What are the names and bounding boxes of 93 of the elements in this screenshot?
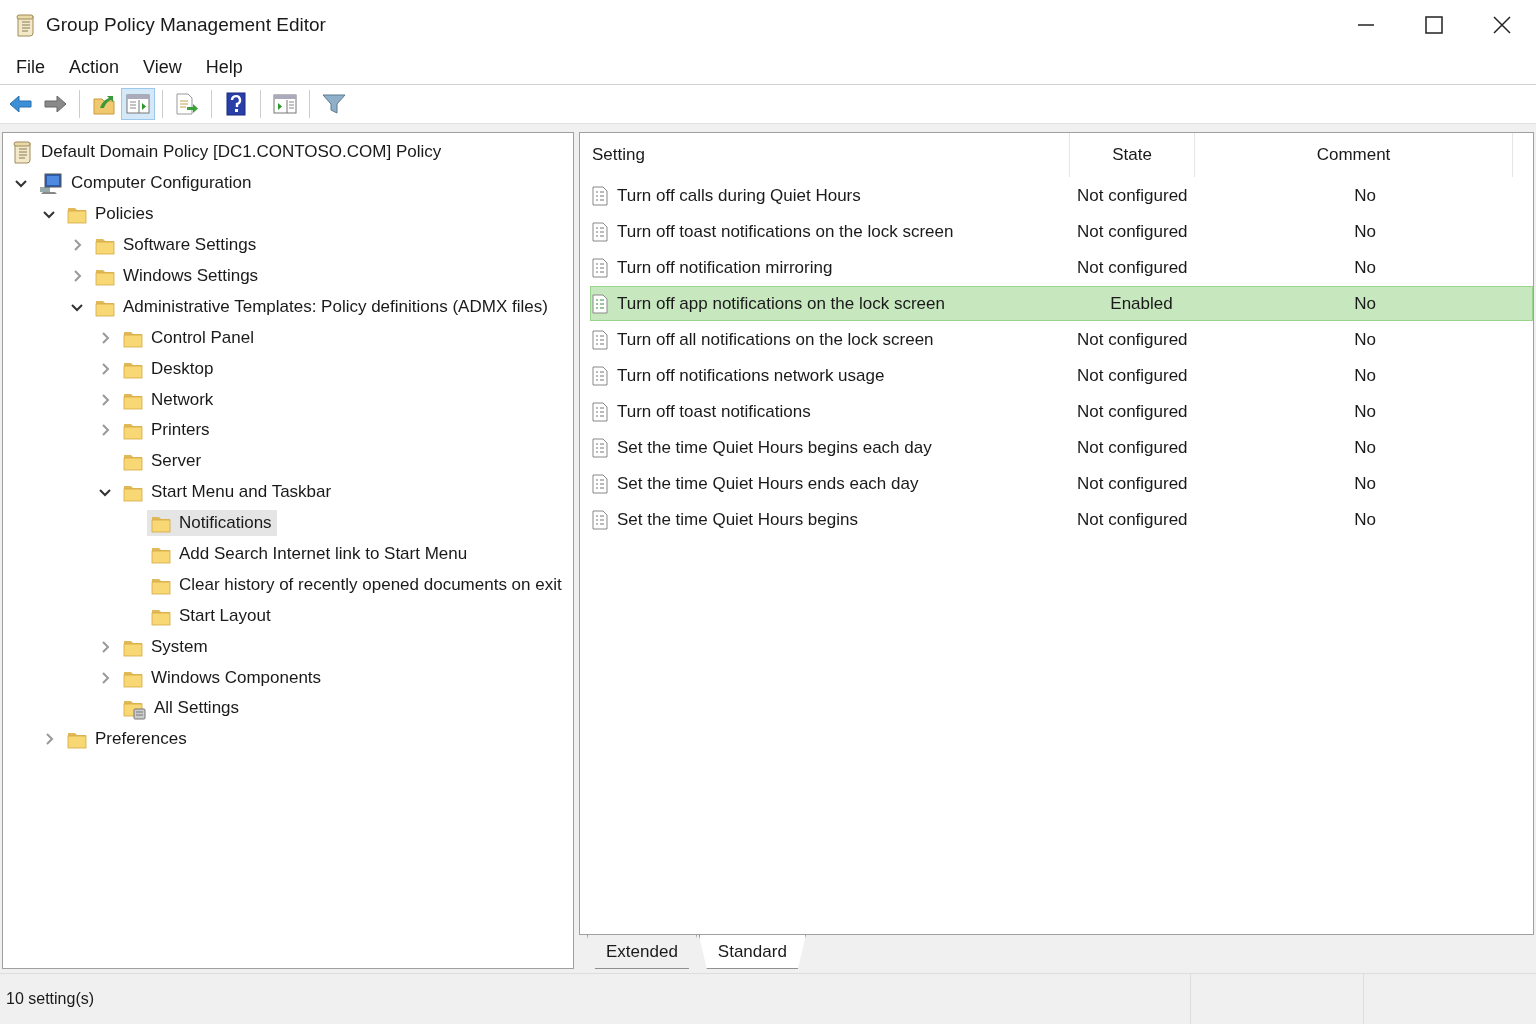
maximize-icon[interactable] xyxy=(1424,15,1444,35)
column-header[interactable]: Setting xyxy=(580,133,1070,177)
state-cell: Not configured xyxy=(1077,473,1188,494)
setting-name: Turn off notifications network usage xyxy=(617,365,885,386)
setting-name: Set the time Quiet Hours begins xyxy=(617,509,858,530)
tree-pane-icon xyxy=(125,92,151,116)
setting-name: Turn off app notifications on the lock screen xyxy=(617,293,945,314)
tree-item[interactable]: Server xyxy=(119,448,207,475)
document-icon xyxy=(591,473,609,494)
column-header[interactable]: State xyxy=(1070,133,1195,177)
tree-item[interactable]: Add Search Internet link to Start Menu xyxy=(147,541,473,567)
tree-item[interactable]: Computer Configuration xyxy=(35,169,257,198)
state-cell: Not configured xyxy=(1077,509,1188,530)
window-title: Group Policy Management Editor xyxy=(46,14,327,36)
table-row[interactable]: Turn off toast notifications on the lock screen Not configured No xyxy=(590,214,1533,249)
tree-item[interactable]: Notifications xyxy=(147,510,277,537)
table-row[interactable]: Set the time Quiet Hours ends each day Not configured No xyxy=(590,466,1533,501)
comment-cell: No xyxy=(1354,437,1376,458)
tree-item[interactable]: Preferences xyxy=(63,726,192,753)
menu-item[interactable]: View xyxy=(135,56,190,78)
menu-item[interactable]: Action xyxy=(61,56,128,78)
document-icon xyxy=(591,365,609,386)
state-cell: Enabled xyxy=(1110,293,1173,314)
tree-item[interactable]: Policies xyxy=(63,201,159,228)
document-icon xyxy=(591,257,609,278)
document-icon xyxy=(591,221,609,242)
state-cell: Not configured xyxy=(1077,401,1188,422)
filter-icon xyxy=(321,92,347,116)
setting-name: Set the time Quiet Hours begins each day xyxy=(617,437,932,458)
document-icon xyxy=(591,509,609,530)
tree-item[interactable]: Software Settings xyxy=(91,232,262,259)
tree-item[interactable]: Default Domain Policy [DC1.CONTOSO.COM] Policy xyxy=(7,137,447,168)
tree-item[interactable]: Start Menu and Taskbar xyxy=(119,479,337,506)
comment-cell: No xyxy=(1354,329,1376,350)
tree-item[interactable]: Windows Components xyxy=(119,664,327,691)
back-arrow-icon xyxy=(8,92,34,116)
menu-item[interactable]: Help xyxy=(197,56,251,78)
state-cell: Not configured xyxy=(1077,437,1188,458)
comment-cell: No xyxy=(1354,401,1376,422)
table-row[interactable]: Turn off notification mirroring Not configured No xyxy=(590,250,1533,285)
document-icon xyxy=(591,401,609,422)
setting-name: Turn off all notifications on the lock screen xyxy=(617,329,934,350)
view-tab[interactable]: Standard xyxy=(698,935,806,969)
setting-name: Turn off notification mirroring xyxy=(617,257,833,278)
comment-cell: No xyxy=(1354,473,1376,494)
export-list-icon xyxy=(174,92,200,116)
computer-icon xyxy=(39,172,63,195)
forward-arrow-icon xyxy=(42,92,68,116)
state-cell: Not configured xyxy=(1077,185,1188,206)
close-icon[interactable] xyxy=(1492,15,1512,35)
tree-item[interactable]: Network xyxy=(119,386,219,413)
comment-cell: No xyxy=(1354,293,1376,314)
comment-cell: No xyxy=(1354,221,1376,242)
comment-cell: No xyxy=(1354,185,1376,206)
table-row[interactable]: Set the time Quiet Hours begins each day Not configured No xyxy=(590,430,1533,465)
table-row[interactable]: Turn off all notifications on the lock screen Not configured No xyxy=(590,322,1533,357)
document-icon xyxy=(591,293,609,314)
document-icon xyxy=(591,437,609,458)
setting-name: Turn off toast notifications xyxy=(617,401,811,422)
tree-item[interactable]: Administrative Templates: Policy definitions (ADMX files) xyxy=(91,293,553,320)
column-header[interactable]: Comment xyxy=(1195,133,1513,177)
tree-item[interactable]: Clear history of recently opened documents on exit xyxy=(147,571,567,598)
action-pane-icon xyxy=(272,92,298,116)
table-row[interactable]: Turn off app notifications on the lock screen Enabled No xyxy=(590,286,1533,321)
comment-cell: No xyxy=(1354,257,1376,278)
state-cell: Not configured xyxy=(1077,329,1188,350)
table-row[interactable]: Turn off toast notifications Not configured No xyxy=(590,394,1533,429)
document-icon xyxy=(591,329,609,350)
tree-item[interactable]: System xyxy=(119,633,213,660)
state-cell: Not configured xyxy=(1077,365,1188,386)
view-tab[interactable]: Extended xyxy=(587,935,697,969)
tree-item[interactable]: Desktop xyxy=(119,355,219,382)
scroll-icon xyxy=(14,13,36,37)
setting-name: Set the time Quiet Hours ends each day xyxy=(617,473,919,494)
status-text: 10 setting(s) xyxy=(5,989,96,1009)
state-cell: Not configured xyxy=(1077,257,1188,278)
table-row[interactable]: Set the time Quiet Hours begins Not configured No xyxy=(590,502,1533,537)
tree-item[interactable]: All Settings xyxy=(119,693,245,723)
tree-item[interactable]: Printers xyxy=(119,417,215,444)
table-row[interactable]: Turn off notifications network usage Not configured No xyxy=(590,358,1533,393)
tree-item[interactable]: Start Layout xyxy=(147,602,276,629)
setting-name: Turn off calls during Quiet Hours xyxy=(617,185,861,206)
comment-cell: No xyxy=(1354,509,1376,530)
scroll-icon xyxy=(11,140,33,165)
menu-item[interactable]: File xyxy=(8,56,53,78)
document-icon xyxy=(591,185,609,206)
table-row[interactable]: Turn off calls during Quiet Hours Not configured No xyxy=(590,178,1533,213)
help-icon xyxy=(224,92,248,116)
comment-cell: No xyxy=(1354,365,1376,386)
tree-item[interactable]: Windows Settings xyxy=(91,263,264,289)
tree-item[interactable]: Control Panel xyxy=(119,324,259,351)
state-cell: Not configured xyxy=(1077,221,1188,242)
setting-name: Turn off toast notifications on the lock screen xyxy=(617,221,954,242)
